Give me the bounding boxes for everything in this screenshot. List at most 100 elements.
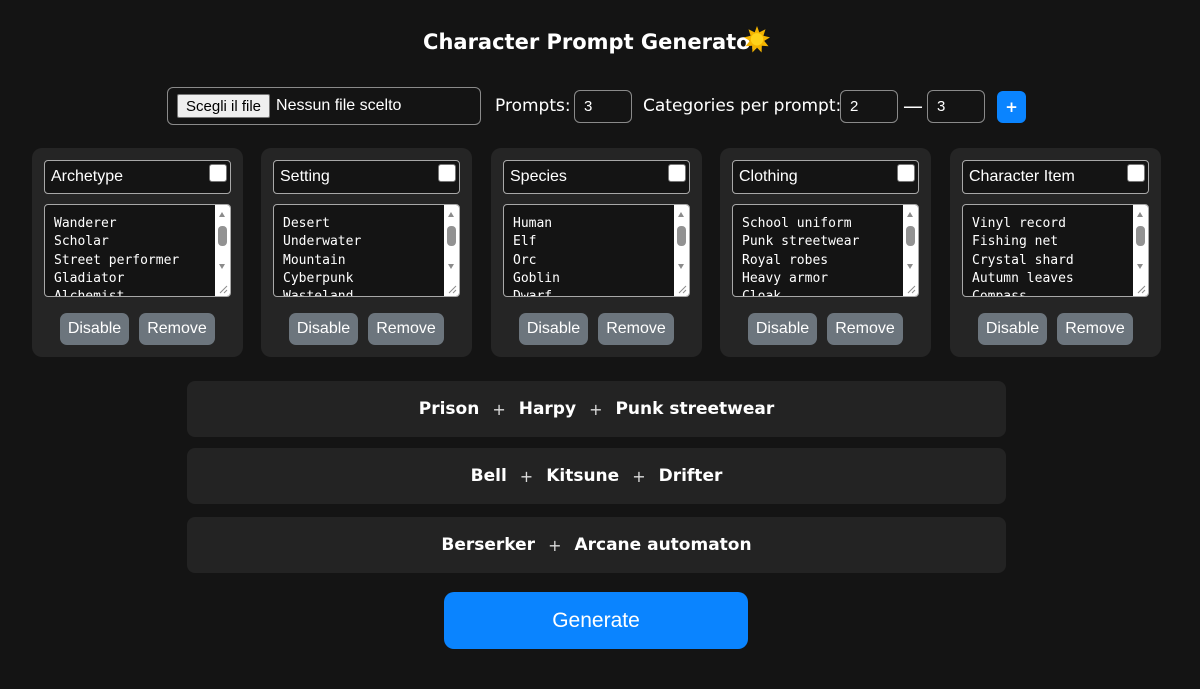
scrollbar[interactable] <box>674 205 689 296</box>
scrollbar[interactable] <box>903 205 918 296</box>
list-item: Scholar <box>54 234 109 250</box>
list-item: Autumn leaves <box>972 270 1074 286</box>
remove-button[interactable]: Remove <box>598 313 674 345</box>
category-items-textarea[interactable]: Vinyl record Fishing net Crystal shard A… <box>962 204 1149 297</box>
category-items-text: Wanderer Scholar Street performer Gladia… <box>54 215 216 297</box>
category-name-input[interactable]: Clothing <box>732 160 919 194</box>
category-items-textarea[interactable]: Human Elf Orc Goblin Dwarf <box>503 204 690 297</box>
scroll-thumb[interactable] <box>1136 226 1145 246</box>
categories-min-input[interactable]: 2 <box>840 90 898 123</box>
list-item: Human <box>513 216 553 231</box>
add-category-button[interactable]: + <box>997 91 1026 123</box>
scroll-up-arrow-icon[interactable] <box>1137 212 1143 217</box>
category-checkbox[interactable] <box>1127 164 1145 182</box>
remove-button[interactable]: Remove <box>368 313 444 345</box>
category-items-textarea[interactable]: Desert Underwater Mountain Cyberpunk Was… <box>273 204 460 297</box>
category-items-textarea[interactable]: Wanderer Scholar Street performer Gladia… <box>44 204 231 297</box>
prompt-part: Harpy <box>518 399 577 419</box>
scroll-down-arrow-icon[interactable] <box>907 264 913 269</box>
category-name-text: Setting <box>280 168 330 185</box>
list-item: Elf <box>513 234 537 250</box>
category-checkbox[interactable] <box>209 164 227 182</box>
scroll-thumb[interactable] <box>447 226 456 246</box>
scroll-thumb[interactable] <box>677 226 686 246</box>
list-item: Punk streetwear <box>742 234 860 250</box>
scroll-down-arrow-icon[interactable] <box>1137 264 1143 269</box>
category-name-text: Character Item <box>969 168 1075 185</box>
choose-file-button[interactable]: Scegli il file <box>177 94 271 118</box>
disable-button[interactable]: Disable <box>978 313 1047 345</box>
scrollbar[interactable] <box>444 205 459 296</box>
category-card-archetype: Archetype Wanderer Scholar Street perfor… <box>32 148 243 357</box>
scrollbar[interactable] <box>215 205 230 296</box>
category-items-textarea[interactable]: School uniform Punk streetwear Royal rob… <box>732 204 919 297</box>
list-item: Dwarf <box>513 289 553 297</box>
list-item: Orc <box>513 252 537 268</box>
disable-button[interactable]: Disable <box>60 313 129 345</box>
list-item: Gladiator <box>54 270 125 286</box>
resize-grip-icon[interactable] <box>1137 285 1146 294</box>
category-cards: Archetype Wanderer Scholar Street perfor… <box>0 148 1200 357</box>
resize-grip-icon[interactable] <box>678 285 687 294</box>
scroll-up-arrow-icon[interactable] <box>448 212 454 217</box>
prompt-result: Berserker + Arcane automaton <box>187 517 1006 573</box>
disable-button[interactable]: Disable <box>289 313 358 345</box>
remove-button[interactable]: Remove <box>139 313 215 345</box>
list-item: School uniform <box>742 216 852 231</box>
scroll-up-arrow-icon[interactable] <box>678 212 684 217</box>
scroll-down-arrow-icon[interactable] <box>219 264 225 269</box>
resize-grip-icon[interactable] <box>219 285 228 294</box>
file-status: Nessun file scelto <box>276 97 402 114</box>
list-item: Mountain <box>283 252 346 268</box>
category-name-input[interactable]: Character Item <box>962 160 1149 194</box>
category-card-character-item: Character Item Vinyl record Fishing net … <box>950 148 1161 357</box>
category-items-text: School uniform Punk streetwear Royal rob… <box>742 215 904 297</box>
remove-button[interactable]: Remove <box>827 313 903 345</box>
scroll-down-arrow-icon[interactable] <box>448 264 454 269</box>
category-checkbox[interactable] <box>668 164 686 182</box>
scroll-thumb[interactable] <box>218 226 227 246</box>
list-item: Royal robes <box>742 252 829 268</box>
list-item: Crystal shard <box>972 252 1074 268</box>
scroll-up-arrow-icon[interactable] <box>907 212 913 217</box>
remove-button[interactable]: Remove <box>1057 313 1133 345</box>
scroll-down-arrow-icon[interactable] <box>678 264 684 269</box>
list-item: Cyberpunk <box>283 270 354 286</box>
list-item: Wasteland <box>283 289 354 297</box>
category-checkbox[interactable] <box>438 164 456 182</box>
category-name-input[interactable]: Archetype <box>44 160 231 194</box>
file-picker[interactable]: Scegli il file Nessun file scelto <box>167 87 481 125</box>
categories-max-input[interactable]: 3 <box>927 90 985 123</box>
prompts-count-input[interactable]: 3 <box>574 90 632 123</box>
list-item: Fishing net <box>972 234 1059 250</box>
generate-button[interactable]: Generate <box>444 592 748 649</box>
list-item: Goblin <box>513 270 560 286</box>
category-card-species: Species Human Elf Orc Goblin Dwarf Disab… <box>491 148 702 357</box>
scrollbar[interactable] <box>1133 205 1148 296</box>
plus-separator: + <box>632 466 646 486</box>
plus-separator: + <box>589 399 603 419</box>
category-name-input[interactable]: Setting <box>273 160 460 194</box>
scroll-up-arrow-icon[interactable] <box>219 212 225 217</box>
prompt-part: Punk streetwear <box>615 399 775 419</box>
category-items-text: Vinyl record Fishing net Crystal shard A… <box>972 215 1134 296</box>
prompt-part: Berserker <box>441 535 536 555</box>
category-checkbox[interactable] <box>897 164 915 182</box>
prompt-part: Prison <box>418 399 480 419</box>
disable-button[interactable]: Disable <box>519 313 588 345</box>
category-name-input[interactable]: Species <box>503 160 690 194</box>
list-item: Desert <box>283 216 330 231</box>
list-item: Alchemist <box>54 289 125 297</box>
page-title: Character Prompt Generator <box>423 30 761 54</box>
list-item: Cloak <box>742 289 782 297</box>
category-name-text: Clothing <box>739 168 798 185</box>
disable-button[interactable]: Disable <box>748 313 817 345</box>
resize-grip-icon[interactable] <box>907 285 916 294</box>
prompt-part: Kitsune <box>546 466 620 486</box>
resize-grip-icon[interactable] <box>448 285 457 294</box>
category-name-text: Species <box>510 168 567 185</box>
scroll-thumb[interactable] <box>906 226 915 246</box>
prompts-label: Prompts: <box>495 96 571 116</box>
list-item: Street performer <box>54 252 180 268</box>
plus-separator: + <box>519 466 534 486</box>
